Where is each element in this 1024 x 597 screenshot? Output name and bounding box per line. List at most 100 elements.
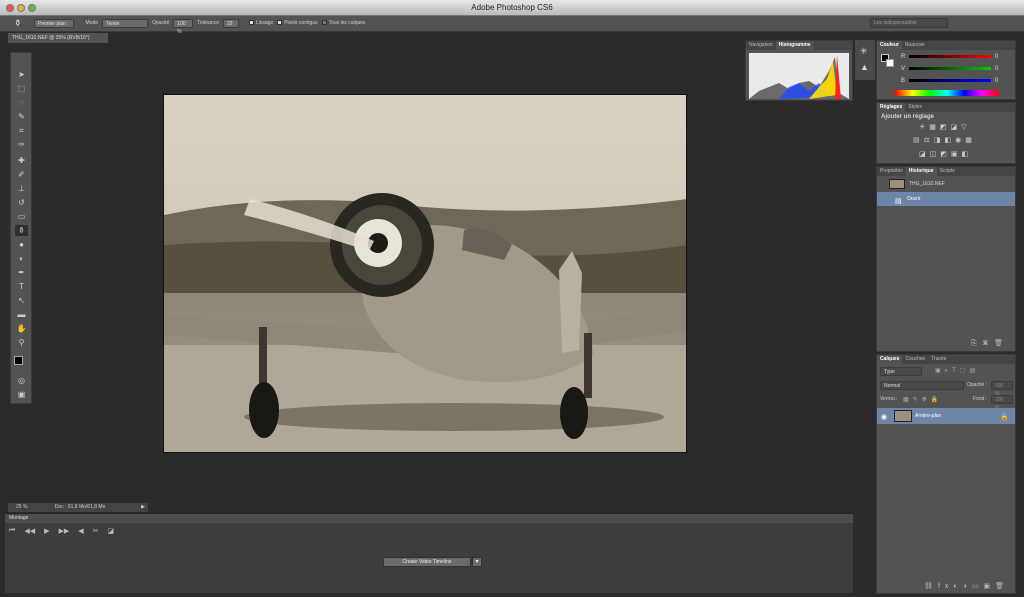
eyedropper-tool-icon[interactable]: ✑ [15, 139, 28, 150]
g-label: V [901, 66, 906, 72]
histogram-mini-icon[interactable]: ▲ [860, 62, 869, 72]
play-icon[interactable]: ▶ [44, 527, 49, 541]
previous-frame-icon[interactable]: ◀◀ [24, 527, 35, 541]
tab-proprietes[interactable]: Propriétés [877, 167, 906, 176]
split-icon[interactable]: ✂ [93, 527, 99, 541]
status-bar: 25 % Doc : 61,8 Mo/61,8 Mo ▶ [8, 503, 148, 512]
layer-opacity-input[interactable]: 100 % [991, 381, 1013, 397]
tab-styles[interactable]: Styles [905, 103, 925, 112]
layers-footer-icons[interactable]: ⛓fx◐◑▭▣🗑 [924, 582, 1009, 590]
history-footer-icons[interactable]: ⎘▣🗑 [971, 339, 1009, 348]
tab-reglages[interactable]: Réglages [877, 103, 906, 112]
layer-kind-filter[interactable]: Type [880, 367, 922, 376]
blend-mode-select[interactable]: Normal [880, 381, 964, 390]
path-select-tool-icon[interactable]: ↖ [15, 295, 28, 306]
transition-icon[interactable]: ◪ [108, 527, 115, 541]
stamp-tool-icon[interactable]: ⊥ [15, 183, 28, 194]
mode-select[interactable]: Teinte [102, 19, 149, 28]
healing-tool-icon[interactable]: ✚ [15, 155, 28, 166]
marquee-tool-icon[interactable]: ⬚ [15, 83, 28, 94]
minimize-window-button[interactable] [17, 4, 25, 12]
adjust-icons-row-3[interactable]: ◪◫◩▣◧ [919, 150, 972, 158]
fill-input[interactable]: 100 % [991, 395, 1013, 411]
screen-mode-icon[interactable]: ▣ [15, 389, 28, 400]
quick-mask-icon[interactable]: ◎ [15, 375, 28, 386]
timeline-panel: Montage ⏮ ◀◀ ▶ ▶▶ ◀ ✂ ◪ Create Video Tim… [5, 513, 853, 593]
zoom-window-button[interactable] [28, 4, 36, 12]
tab-scripts[interactable]: Scripts [937, 167, 958, 176]
g-slider[interactable] [909, 67, 991, 70]
eraser-tool-icon[interactable]: ▭ [15, 211, 28, 222]
tab-histogram[interactable]: Histogramme [775, 41, 814, 50]
move-tool-icon[interactable]: ➤ [15, 69, 28, 80]
status-menu-arrow-icon[interactable]: ▶ [141, 503, 145, 512]
audio-icon[interactable]: ◀ [78, 527, 83, 541]
history-brush-tool-icon[interactable]: ↺ [15, 197, 28, 208]
layer-name[interactable]: Arrière-plan [915, 408, 941, 424]
eye-icon[interactable]: ◉ [881, 411, 887, 425]
tab-couches[interactable]: Couches [902, 355, 928, 364]
r-value[interactable]: 0 [995, 54, 998, 60]
lock-icons[interactable]: ▦✎✥🔒 [903, 396, 942, 403]
pixels-contigus-checkbox[interactable]: Pixels contigus [277, 19, 318, 28]
r-slider[interactable] [909, 55, 991, 58]
lasso-tool-icon[interactable]: ◌ [15, 97, 28, 108]
colour-ramp[interactable] [895, 90, 999, 96]
fill-source-select[interactable]: Premier plan [33, 19, 74, 28]
tolerance-input[interactable]: 32 [222, 19, 239, 28]
create-video-timeline-button[interactable]: Create Video Timeline [383, 557, 471, 567]
snapshot-label: THG_1610.NEF [909, 181, 945, 187]
adjust-icons-row-2[interactable]: ▤⚖◨◧◉▦ [913, 136, 976, 144]
crop-tool-icon[interactable]: ⌗ [15, 125, 28, 136]
pen-tool-icon[interactable]: ✒ [15, 267, 28, 278]
quick-select-tool-icon[interactable]: ✎ [15, 111, 28, 122]
doc-size-readout[interactable]: Doc : 61,8 Mo/61,8 Mo [37, 504, 106, 510]
asterisk-icon[interactable]: ✳ [860, 46, 868, 57]
paint-bucket-tool-icon[interactable]: ⚱ [15, 225, 28, 236]
brush-tool-icon[interactable]: ✐ [15, 169, 28, 180]
history-snapshot-row[interactable]: THG_1610.NEF [877, 177, 1015, 191]
mode-label: Mode [85, 20, 99, 26]
zoom-readout[interactable]: 25 % [8, 504, 35, 510]
tab-historique[interactable]: Historique [905, 167, 937, 176]
layer-row[interactable]: ◉ Arrière-plan 🔒 [877, 408, 1015, 424]
b-label: B [901, 78, 906, 84]
tab-navigation[interactable]: Navigation [746, 41, 776, 50]
workspace-select[interactable]: Les indispensables [870, 18, 948, 28]
tab-nuancier[interactable]: Nuancier [902, 41, 928, 50]
adjust-heading: Ajouter un réglage [881, 114, 935, 120]
b-value[interactable]: 0 [995, 78, 998, 84]
type-tool-icon[interactable]: T [15, 281, 28, 292]
paint-bucket-preset-icon[interactable]: ⚱ [14, 18, 22, 29]
hand-tool-icon[interactable]: ✋ [15, 323, 28, 334]
next-frame-icon[interactable]: ▶▶ [58, 527, 69, 541]
tab-traces[interactable]: Tracés [928, 355, 949, 364]
snapshot-thumbnail [889, 179, 905, 189]
history-item-label: Ouvrir [907, 196, 921, 202]
tab-couleur[interactable]: Couleur [877, 41, 902, 50]
tous-calques-checkbox[interactable]: Tous les calques [321, 19, 366, 28]
lissage-checkbox[interactable]: Lissage [248, 19, 273, 28]
opacity-input[interactable]: 100 % [173, 19, 194, 35]
g-value[interactable]: 0 [995, 66, 998, 72]
close-window-button[interactable] [6, 4, 14, 12]
foreground-color-swatch[interactable] [14, 356, 23, 365]
dodge-tool-icon[interactable]: ◐ [15, 253, 28, 264]
layer-thumbnail [894, 410, 912, 422]
document-tab[interactable]: THG_1610.NEF @ 25% (RVB/16*) [8, 33, 108, 43]
chevron-down-icon[interactable]: ▼ [472, 557, 482, 567]
zoom-tool-icon[interactable]: ⚲ [15, 337, 28, 348]
layer-filter-icons[interactable]: ▣◐T⬚▤ [935, 367, 979, 374]
shape-tool-icon[interactable]: ▬ [15, 309, 28, 320]
document-image[interactable] [163, 94, 687, 453]
history-item[interactable]: ▤ Ouvrir [877, 192, 1015, 206]
histogram-graph [749, 53, 849, 99]
blur-tool-icon[interactable]: ● [15, 239, 28, 250]
bg-swatch[interactable] [886, 59, 894, 67]
go-first-frame-icon[interactable]: ⏮ [9, 527, 15, 541]
airplane-photo [164, 95, 686, 452]
b-slider[interactable] [909, 79, 991, 82]
timeline-controls: ⏮ ◀◀ ▶ ▶▶ ◀ ✂ ◪ [9, 527, 114, 541]
tab-calques[interactable]: Calques [877, 355, 903, 364]
adjust-icons-row-1[interactable]: ☀▦◩◪▽ [919, 123, 971, 131]
